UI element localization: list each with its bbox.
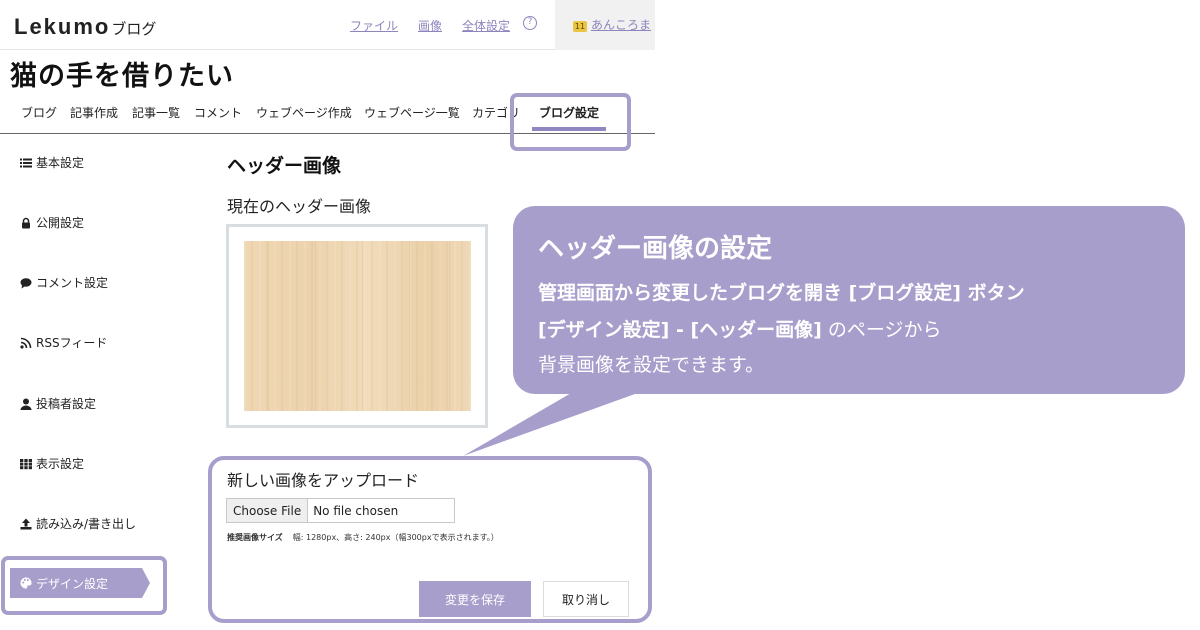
callout-line-2-bold: [デザイン設定] - [ヘッダー画像] <box>538 319 822 341</box>
current-header-label: 現在のヘッダー画像 <box>227 197 372 216</box>
comment-icon <box>20 277 32 288</box>
sidebar-item-publish[interactable]: 公開設定 <box>20 214 84 231</box>
sidebar-item-comments[interactable]: コメント設定 <box>20 274 108 291</box>
logo-main: Lekumo <box>14 14 111 39</box>
lekumo-logo[interactable]: Lekumoブログ <box>14 14 156 40</box>
file-input[interactable]: Choose File No file chosen <box>226 498 455 523</box>
lock-icon <box>22 217 30 228</box>
user-name: あんころま <box>591 18 652 32</box>
tab-new-entry[interactable]: 記事作成 <box>70 104 118 121</box>
tab-webpage-list[interactable]: ウェブページ一覧 <box>364 104 460 121</box>
sidebar-item-label: 投稿者設定 <box>36 397 97 411</box>
callout-line-3: 背景画像を設定できます。 <box>538 354 765 376</box>
help-icon[interactable]: ? <box>523 16 537 30</box>
sidebar-item-label: 読み込み/書き出し <box>36 517 137 531</box>
callout-line-1: 管理画面から変更したブログを開き [ブログ設定] ボタン <box>538 282 1025 304</box>
sidebar-item-label: RSSフィード <box>36 336 108 350</box>
list-icon <box>20 158 32 167</box>
cancel-button[interactable]: 取り消し <box>543 581 629 617</box>
global-settings-link[interactable]: 全体設定 <box>462 17 510 34</box>
header-image-preview <box>244 241 471 411</box>
top-links: ファイル 画像 全体設定 <box>350 17 510 34</box>
sidebar-item-label: 基本設定 <box>36 156 85 170</box>
sidebar-item-basic[interactable]: 基本設定 <box>20 154 84 171</box>
file-status: No file chosen <box>313 503 399 518</box>
sidebar-item-label: コメント設定 <box>36 276 109 290</box>
user-icon <box>20 398 32 410</box>
files-link[interactable]: ファイル <box>350 17 398 34</box>
tab-new-webpage[interactable]: ウェブページ作成 <box>256 104 352 121</box>
wood-grain <box>449 241 450 411</box>
images-link[interactable]: 画像 <box>418 17 442 34</box>
section-title: ヘッダー画像 <box>227 155 342 177</box>
rss-icon <box>20 337 32 349</box>
choose-file-button[interactable]: Choose File <box>227 499 309 522</box>
wood-grain <box>268 241 269 411</box>
sidebar-item-label: 公開設定 <box>36 216 85 230</box>
sidebar-item-import-export[interactable]: 読み込み/書き出し <box>20 515 136 532</box>
sidebar-item-label: 表示設定 <box>36 457 85 471</box>
blog-title: 猫の手を借りたい <box>10 61 234 92</box>
user-menu-link[interactable]: 11 あんころま <box>573 16 653 33</box>
recommended-size-label: 推奨画像サイズ <box>227 533 283 542</box>
recommended-size: 推奨画像サイズ 幅: 1280px、高さ: 240px（幅300pxで表示されます… <box>227 532 499 543</box>
wood-grain <box>409 241 410 411</box>
sidebar-item-authors[interactable]: 投稿者設定 <box>20 395 96 412</box>
user-badge-icon: 11 <box>573 21 587 32</box>
save-button[interactable]: 変更を保存 <box>419 581 531 617</box>
upload-icon <box>20 518 32 529</box>
callout-title: ヘッダー画像の設定 <box>538 234 773 264</box>
tab-blog[interactable]: ブログ <box>21 104 57 121</box>
tab-highlight-frame <box>510 93 631 151</box>
logo-sub: ブログ <box>111 20 157 38</box>
callout-line-2: [デザイン設定] - [ヘッダー画像] のページから <box>538 315 942 342</box>
wood-grain <box>315 241 316 411</box>
callout-line-2-rest: のページから <box>821 319 942 341</box>
grid-icon <box>20 458 32 469</box>
wood-grain <box>362 241 363 411</box>
sidebar-item-display[interactable]: 表示設定 <box>20 455 84 472</box>
upload-label: 新しい画像をアップロード <box>227 471 420 490</box>
tab-comments[interactable]: コメント <box>194 104 242 121</box>
sidebar-item-rss[interactable]: RSSフィード <box>20 334 107 351</box>
sidebar-highlight-frame <box>1 556 167 615</box>
recommended-size-value: 幅: 1280px、高さ: 240px（幅300pxで表示されます。） <box>292 533 499 542</box>
tab-entry-list[interactable]: 記事一覧 <box>132 104 180 121</box>
